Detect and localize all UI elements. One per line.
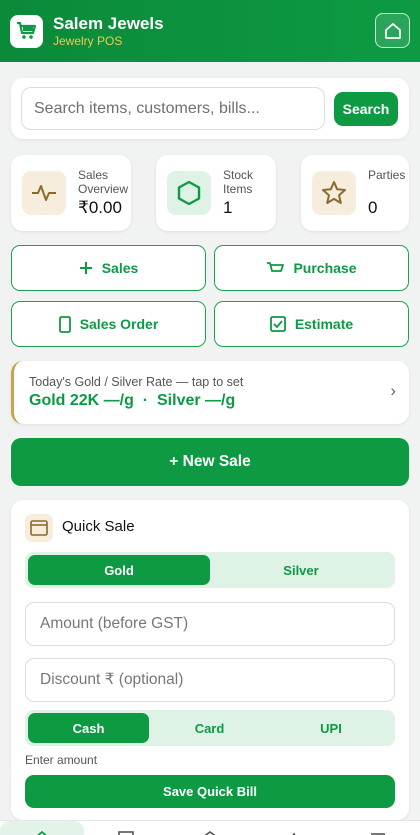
tab-upi[interactable]: UPI	[270, 713, 392, 743]
stat-label: Parties	[368, 168, 406, 182]
box-icon	[118, 831, 134, 835]
sales-label: Sales	[101, 260, 139, 276]
search-card: Search	[11, 78, 409, 139]
estimate-label: Estimate	[294, 316, 354, 332]
stat-label: Sales Overview	[78, 168, 129, 196]
home-icon	[384, 22, 401, 39]
search-button[interactable]: Search	[334, 92, 398, 126]
cart-logo-icon	[10, 14, 43, 48]
payment-toggle: Cash Card UPI	[25, 710, 395, 746]
stat-value: 0	[368, 198, 378, 217]
chevron-right-icon: ›	[390, 381, 396, 400]
purchase-label: Purchase	[293, 260, 357, 276]
home-button[interactable]	[375, 13, 410, 48]
pulse-icon	[22, 171, 66, 215]
hexagon-icon	[167, 171, 211, 215]
metal-rate-card[interactable]: Today's Gold / Silver Rate — tap to set …	[11, 361, 409, 424]
home-icon	[37, 830, 47, 835]
stat-value: ₹0.00	[78, 198, 122, 217]
quick-sale-title: Quick Sale	[62, 518, 135, 535]
star-icon	[312, 171, 356, 215]
nav-menu[interactable]	[336, 821, 420, 835]
plus-icon	[79, 262, 92, 274]
app-subtitle: Jewelry POS	[53, 34, 123, 48]
app-header: Salem Jewels Jewelry POS	[0, 0, 420, 62]
sales-overview-card[interactable]: Sales Overview ₹0.00	[11, 155, 131, 231]
stat-label: Stock Items	[223, 168, 254, 196]
nav-home[interactable]	[0, 821, 84, 835]
nav-parties[interactable]	[252, 821, 336, 835]
tab-gold[interactable]: Gold	[28, 555, 210, 585]
amount-field[interactable]	[25, 602, 395, 646]
estimate-button[interactable]: Estimate	[214, 301, 409, 347]
receipt-icon	[25, 514, 53, 542]
tab-cash[interactable]: Cash	[28, 713, 149, 743]
user-icon	[292, 832, 296, 835]
checkbox-icon	[269, 316, 286, 332]
new-sale-button[interactable]: + New Sale	[11, 438, 409, 486]
menu-icon	[371, 833, 385, 835]
nav-catalog[interactable]	[168, 821, 252, 835]
parties-card[interactable]: Parties 0	[301, 155, 409, 231]
quick-sale-card: Quick Sale Gold Silver Cash Card UPI Ent…	[11, 500, 409, 820]
save-quick-bill-button[interactable]: Save Quick Bill	[25, 775, 395, 808]
cart-icon	[267, 262, 285, 272]
tab-card[interactable]: Card	[149, 713, 270, 743]
rate-values: Gold 22K —/g · Silver —/g	[29, 392, 236, 409]
sales-order-label: Sales Order	[79, 316, 159, 332]
app-title: Salem Jewels	[53, 14, 164, 33]
stock-items-card[interactable]: Stock Items 1	[156, 155, 276, 231]
tab-silver[interactable]: Silver	[210, 555, 392, 585]
discount-field[interactable]	[25, 658, 395, 702]
nav-inventory[interactable]	[84, 821, 168, 835]
purchase-button[interactable]: Purchase	[214, 245, 409, 291]
rate-hint: Today's Gold / Silver Rate — tap to set	[29, 375, 244, 389]
tag-icon	[204, 831, 216, 835]
search-input[interactable]	[21, 87, 325, 130]
bottom-nav	[0, 820, 420, 835]
sales-button[interactable]: Sales	[11, 245, 206, 291]
stat-value: 1	[223, 198, 233, 217]
sales-order-button[interactable]: Sales Order	[11, 301, 206, 347]
amount-hint: Enter amount	[25, 753, 98, 767]
clipboard-icon	[58, 315, 71, 333]
metal-toggle: Gold Silver	[25, 552, 395, 588]
